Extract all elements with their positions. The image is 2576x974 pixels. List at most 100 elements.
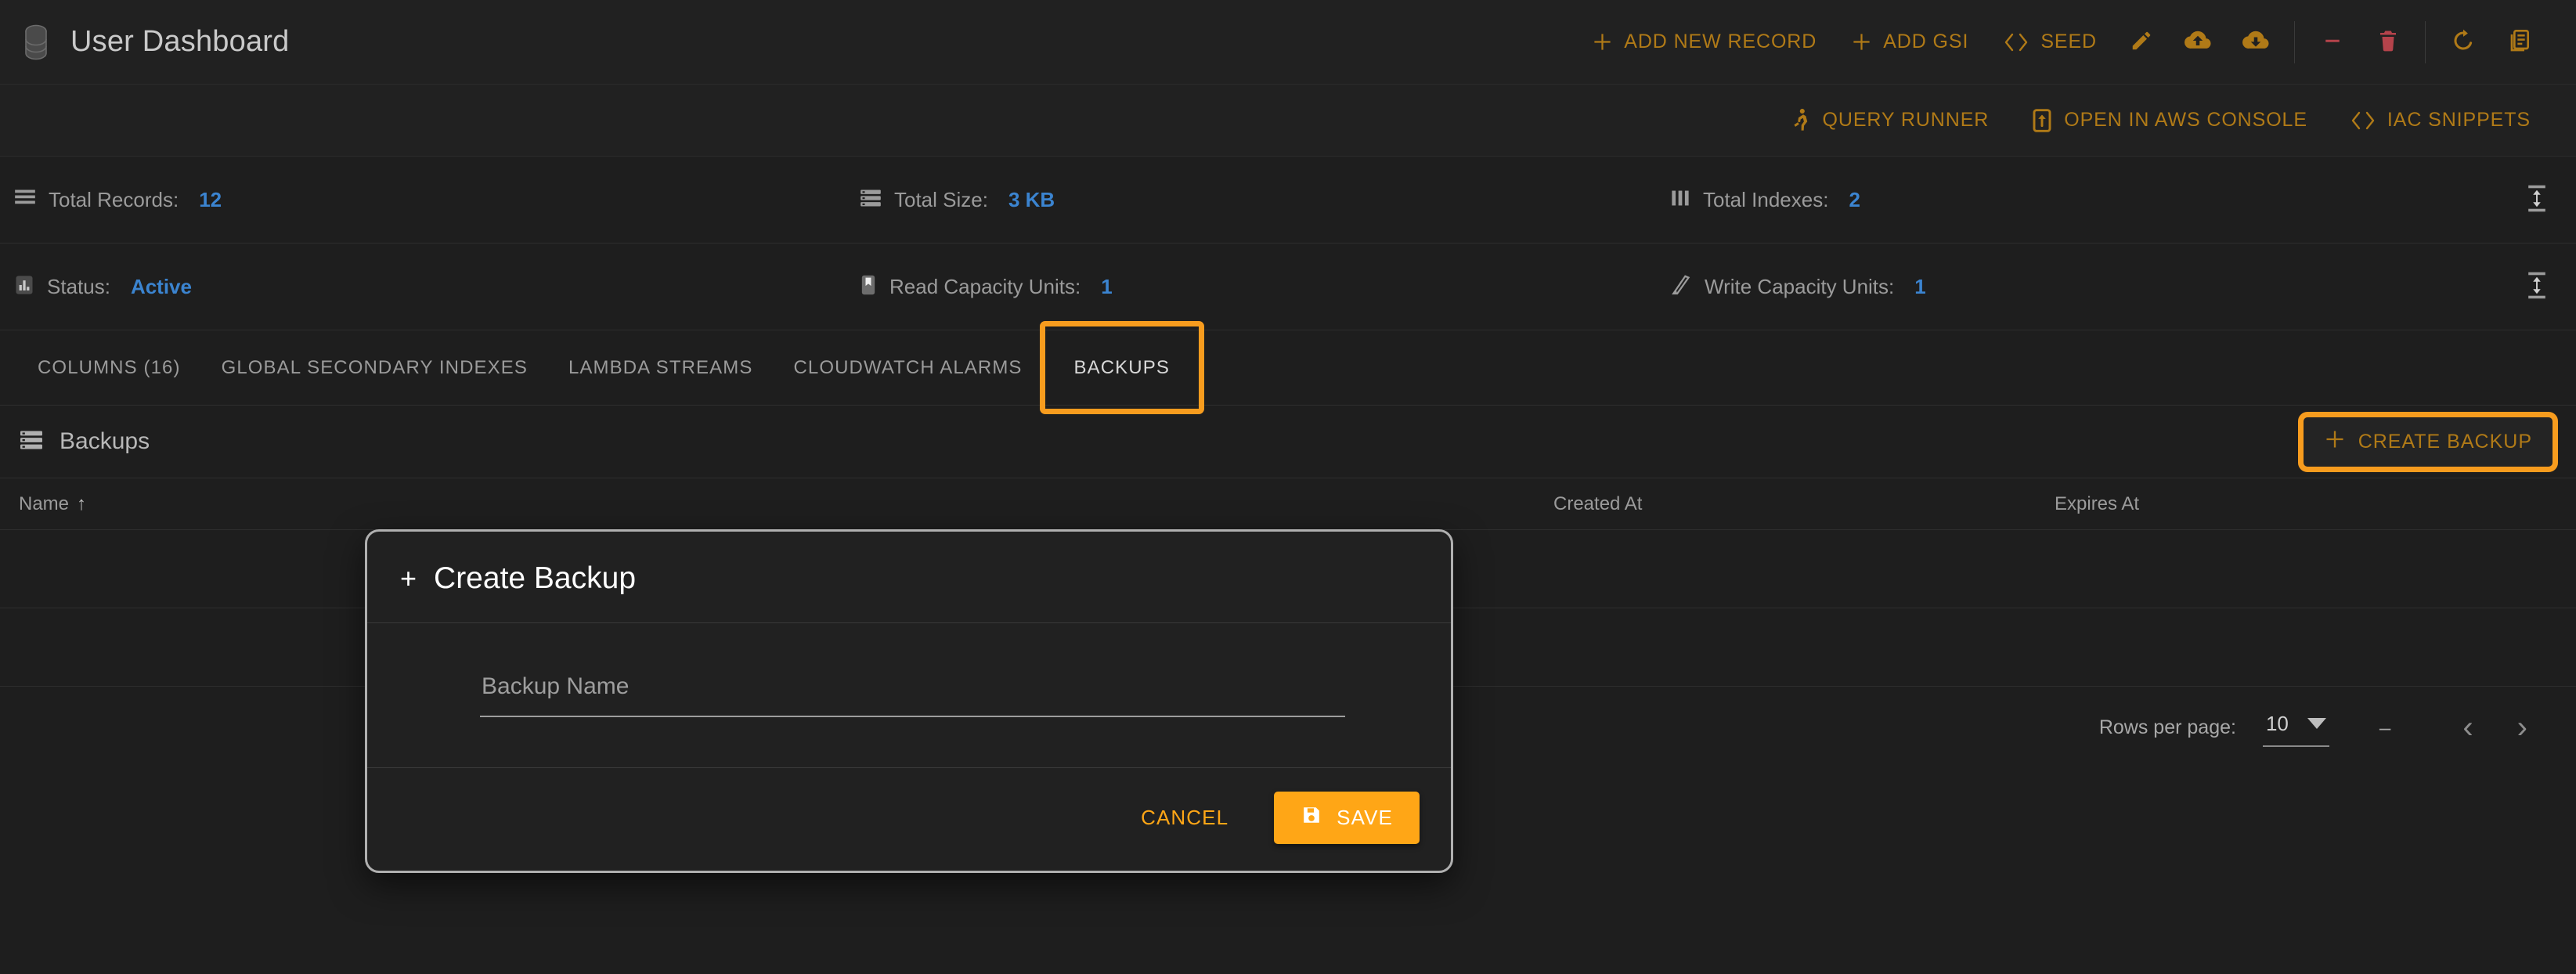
stat-status: Status: Active bbox=[0, 274, 846, 300]
tab-lambda-streams[interactable]: LAMBDA STREAMS bbox=[548, 330, 773, 405]
iac-snippets-label: IAC SNIPPETS bbox=[2387, 109, 2531, 131]
column-header-name-label: Name bbox=[19, 492, 70, 514]
page-title: User Dashboard bbox=[70, 25, 290, 58]
stats-row-primary: Total Records: 12 Total Size: 3 KB Total… bbox=[0, 157, 2576, 243]
open-in-aws-console-button[interactable]: OPEN IN AWS CONSOLE bbox=[2014, 100, 2325, 141]
trash-icon bbox=[2376, 28, 2400, 56]
stat-label: Total Records: bbox=[49, 187, 179, 211]
column-header-expires-at[interactable]: Expires At bbox=[2036, 478, 2576, 530]
collapse-expand-icon bbox=[2526, 185, 2548, 215]
cancel-button[interactable]: CANCEL bbox=[1125, 795, 1244, 841]
plus-icon bbox=[1592, 31, 1613, 52]
tab-backups[interactable]: BACKUPS bbox=[1039, 321, 1204, 414]
seed-button[interactable]: SEED bbox=[1986, 23, 2114, 61]
document-icon bbox=[2507, 28, 2532, 56]
stat-write-capacity: Write Capacity Units: 1 bbox=[1656, 274, 2439, 300]
stat-value: 12 bbox=[199, 187, 222, 211]
stat-label: Write Capacity Units: bbox=[1705, 274, 1895, 298]
next-page-button[interactable]: › bbox=[2495, 707, 2549, 748]
cloud-download-icon bbox=[2242, 29, 2269, 55]
stats-row-secondary: Status: Active Read Capacity Units: 1 Wr… bbox=[0, 243, 2576, 330]
brand: User Dashboard bbox=[20, 24, 290, 60]
query-runner-button[interactable]: QUERY RUNNER bbox=[1774, 100, 2007, 141]
add-new-record-label: ADD NEW RECORD bbox=[1624, 31, 1817, 52]
save-button[interactable]: SAVE bbox=[1274, 792, 1420, 844]
toolbar-divider bbox=[2425, 20, 2426, 63]
documents-button[interactable] bbox=[2491, 20, 2548, 63]
open-in-aws-console-label: OPEN IN AWS CONSOLE bbox=[2064, 109, 2307, 131]
stat-value: Active bbox=[130, 274, 192, 298]
cloud-upload-icon bbox=[2185, 29, 2211, 55]
runner-icon bbox=[1791, 108, 1812, 133]
secondary-toolbar: QUERY RUNNER OPEN IN AWS CONSOLE IAC SNI… bbox=[0, 85, 2576, 157]
seed-label: SEED bbox=[2040, 31, 2097, 52]
tab-columns[interactable]: COLUMNS (16) bbox=[17, 330, 201, 405]
plus-icon bbox=[1851, 31, 1872, 52]
book-icon bbox=[860, 274, 877, 300]
query-runner-label: QUERY RUNNER bbox=[1822, 109, 1990, 131]
add-gsi-button[interactable]: ADD GSI bbox=[1834, 23, 1986, 61]
external-open-icon bbox=[2031, 108, 2053, 133]
backups-title: Backups bbox=[60, 428, 150, 454]
database-icon bbox=[20, 24, 52, 60]
stat-label: Read Capacity Units: bbox=[889, 274, 1081, 298]
stat-total-size: Total Size: 3 KB bbox=[846, 188, 1656, 212]
cloud-download-button[interactable] bbox=[2227, 21, 2285, 63]
chart-icon bbox=[14, 274, 34, 300]
column-header-created-at[interactable]: Created At bbox=[1535, 478, 2036, 530]
backups-panel-header: Backups CREATE BACKUP bbox=[0, 406, 2576, 478]
backups-title-group: Backups bbox=[19, 428, 150, 455]
refresh-icon bbox=[2451, 28, 2476, 56]
stat-label: Total Size: bbox=[894, 187, 988, 211]
stat-total-records: Total Records: 12 bbox=[0, 188, 846, 212]
tab-cloudwatch-alarms[interactable]: CLOUDWATCH ALARMS bbox=[773, 330, 1042, 405]
row-expand-button[interactable] bbox=[2521, 180, 2553, 220]
header-actions: ADD NEW RECORD ADD GSI SEED bbox=[1575, 20, 2548, 63]
storage-icon bbox=[860, 188, 882, 212]
sort-ascending-icon: ↑ bbox=[77, 492, 87, 514]
backup-name-input[interactable] bbox=[480, 669, 1345, 717]
code-brackets-icon bbox=[2003, 32, 2029, 52]
iac-snippets-button[interactable]: IAC SNIPPETS bbox=[2332, 101, 2548, 139]
cloud-upload-button[interactable] bbox=[2169, 21, 2227, 63]
pagination-range: – bbox=[2379, 715, 2391, 739]
tab-global-secondary-indexes[interactable]: GLOBAL SECONDARY INDEXES bbox=[201, 330, 548, 405]
add-gsi-label: ADD GSI bbox=[1883, 31, 1969, 52]
edit-icon-button[interactable] bbox=[2114, 21, 2169, 63]
row-expand-button[interactable] bbox=[2521, 267, 2553, 307]
stat-value: 1 bbox=[1101, 274, 1113, 298]
table-header-row: Name ↑ Created At Expires At bbox=[0, 478, 2576, 530]
storage-icon bbox=[19, 429, 44, 455]
stat-total-indexes: Total Indexes: 2 bbox=[1656, 188, 2439, 212]
add-new-record-button[interactable]: ADD NEW RECORD bbox=[1575, 23, 1834, 61]
column-header-name[interactable]: Name ↑ bbox=[0, 478, 1535, 530]
dialog-body bbox=[367, 623, 1451, 767]
list-icon bbox=[14, 188, 36, 212]
refresh-button[interactable] bbox=[2435, 20, 2491, 63]
table-head: Name ↑ Created At Expires At bbox=[0, 478, 2576, 530]
create-backup-highlight: CREATE BACKUP bbox=[2297, 411, 2559, 472]
stat-value: 3 KB bbox=[1008, 187, 1055, 211]
create-backup-button[interactable]: CREATE BACKUP bbox=[2303, 417, 2553, 467]
plus-icon bbox=[2324, 428, 2346, 456]
rows-per-page-label: Rows per page: bbox=[2098, 716, 2236, 738]
rows-per-page-select[interactable]: 10 bbox=[2262, 709, 2329, 747]
minus-icon bbox=[2320, 29, 2345, 55]
app-header: User Dashboard ADD NEW RECORD ADD GSI SE… bbox=[0, 0, 2576, 85]
stat-label: Total Indexes: bbox=[1703, 187, 1829, 211]
delete-button[interactable] bbox=[2361, 20, 2415, 63]
previous-page-button[interactable]: ‹ bbox=[2441, 707, 2495, 748]
pencil-icon bbox=[1670, 274, 1692, 300]
dialog-footer: CANCEL SAVE bbox=[367, 767, 1451, 871]
app-root: User Dashboard ADD NEW RECORD ADD GSI SE… bbox=[0, 0, 2576, 974]
stat-value: 2 bbox=[1849, 187, 1860, 211]
save-label: SAVE bbox=[1337, 806, 1393, 829]
stat-value: 1 bbox=[1914, 274, 1926, 298]
stat-read-capacity: Read Capacity Units: 1 bbox=[846, 274, 1656, 300]
code-brackets-icon bbox=[2350, 110, 2376, 131]
plus-icon: + bbox=[400, 562, 417, 594]
remove-button[interactable] bbox=[2304, 21, 2361, 63]
table-cell bbox=[2036, 608, 2576, 687]
edit-icon bbox=[2130, 29, 2153, 55]
floppy-save-icon bbox=[1301, 804, 1322, 832]
